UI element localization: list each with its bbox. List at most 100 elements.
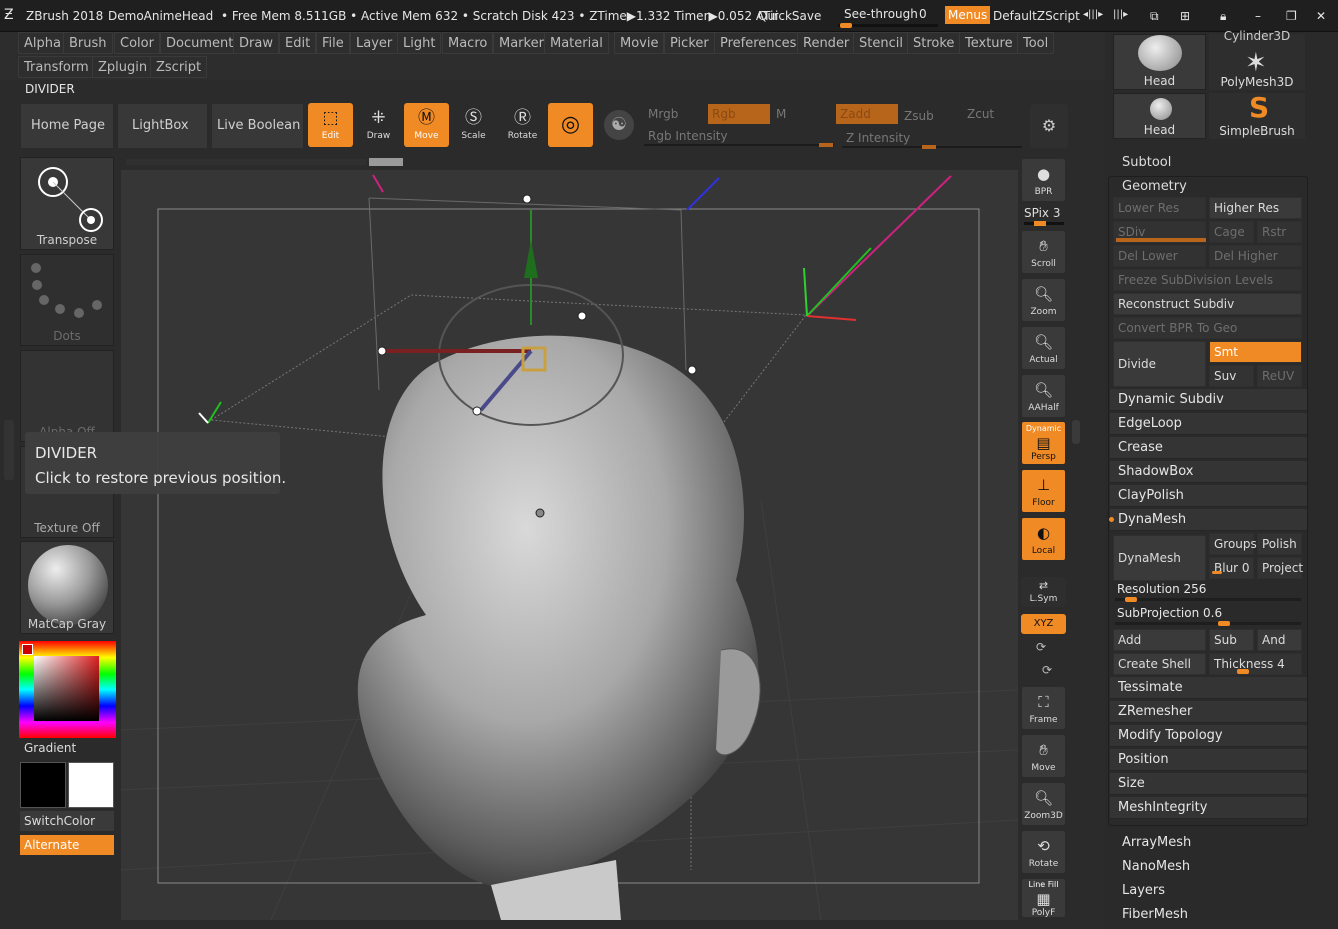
see-through-value[interactable]: 0 xyxy=(919,7,927,21)
palette-tessimate[interactable]: Tessimate xyxy=(1110,677,1307,699)
subprojection-slider-label[interactable]: SubProjection 0.6 xyxy=(1117,606,1222,620)
palette-fibermesh[interactable]: FiberMesh xyxy=(1114,904,1311,926)
dots-stroke-button[interactable]: Dots xyxy=(20,254,114,346)
layout-icon[interactable]: ⧉ xyxy=(1150,9,1159,24)
menu-stroke[interactable]: Stroke xyxy=(907,32,961,54)
gradient-label[interactable]: Gradient xyxy=(24,741,76,755)
palette-zremesher[interactable]: ZRemesher xyxy=(1110,701,1307,723)
subprojection-knob[interactable] xyxy=(1218,621,1230,626)
home-page-button[interactable]: Home Page xyxy=(20,103,114,149)
rotate-view-button[interactable]: ⟲ Rotate xyxy=(1021,830,1066,874)
groups-toggle[interactable]: Groups xyxy=(1209,533,1257,555)
switch-color-button[interactable]: SwitchColor xyxy=(20,811,114,831)
edit-button[interactable]: ⬚ Edit xyxy=(308,103,353,147)
subprojection-slider[interactable] xyxy=(1115,622,1301,625)
coordinate-settings-icon[interactable]: ⚙ xyxy=(1030,104,1068,148)
smt-toggle[interactable]: Smt xyxy=(1209,341,1302,363)
menu-layer[interactable]: Layer xyxy=(350,32,399,54)
spix-label[interactable]: SPix 3 xyxy=(1024,206,1060,220)
canvas-viewport[interactable] xyxy=(121,170,1018,920)
persp-button[interactable]: Dynamic ▤ Persp xyxy=(1021,421,1066,465)
rgb-intensity-knob[interactable] xyxy=(819,143,833,147)
and-button[interactable]: And xyxy=(1257,629,1302,651)
maximize-icon[interactable]: ❐ xyxy=(1286,9,1297,23)
yin-yang-icon[interactable]: ☯ xyxy=(604,110,634,140)
menu-document[interactable]: Document xyxy=(160,32,240,54)
menu-macro[interactable]: Macro xyxy=(442,32,494,54)
project-toggle[interactable]: Project xyxy=(1257,557,1303,579)
zoom-button[interactable]: 🔍︎ Zoom xyxy=(1021,278,1066,322)
menu-transform[interactable]: Transform xyxy=(18,56,95,78)
draw-button[interactable]: ⁜ Draw xyxy=(356,103,401,147)
document-scrollbar[interactable] xyxy=(126,159,366,165)
menu-stencil[interactable]: Stencil xyxy=(853,32,909,54)
rotate-z-icon[interactable]: ⟳ xyxy=(1042,663,1052,677)
geometry-header[interactable]: Geometry xyxy=(1122,179,1187,194)
see-through-slider[interactable] xyxy=(838,23,938,28)
xyz-button[interactable]: XYZ xyxy=(1021,614,1066,634)
menu-preferences[interactable]: Preferences xyxy=(714,32,803,54)
thickness-slider[interactable]: Thickness 4 xyxy=(1209,653,1302,675)
palette-dynamesh[interactable]: DynaMesh xyxy=(1110,509,1307,531)
reuv-button[interactable]: ReUV xyxy=(1257,365,1302,387)
color-picker[interactable] xyxy=(19,641,116,738)
palette-edgeloop[interactable]: EdgeLoop xyxy=(1110,413,1307,435)
aahalf-button[interactable]: 🔍︎ AAHalf xyxy=(1021,374,1066,418)
z-intensity-knob[interactable] xyxy=(922,145,936,149)
menu-texture[interactable]: Texture xyxy=(959,32,1019,54)
menu-material[interactable]: Material xyxy=(544,32,609,54)
mrgb-button[interactable]: Mrgb xyxy=(644,104,704,124)
rotate-y-icon[interactable]: ⟳ xyxy=(1036,640,1046,654)
left-tray-handle[interactable] xyxy=(4,420,14,480)
thickness-knob[interactable] xyxy=(1237,669,1249,674)
menu-picker[interactable]: Picker xyxy=(664,32,715,54)
default-zscript-button[interactable]: DefaultZScript xyxy=(993,9,1080,23)
palette-layers[interactable]: Layers xyxy=(1114,880,1311,902)
reconstruct-subdiv-button[interactable]: Reconstruct Subdiv xyxy=(1113,293,1302,315)
subtool-thumb-head-1[interactable]: Head xyxy=(1113,34,1206,90)
right-shelf-collapse-handle[interactable] xyxy=(1072,420,1080,444)
palette-dynamic-subdiv[interactable]: Dynamic Subdiv xyxy=(1110,389,1307,411)
resolution-slider-label[interactable]: Resolution 256 xyxy=(1117,582,1206,596)
zoom3d-button[interactable]: 🔍︎ Zoom3D xyxy=(1021,782,1066,826)
menu-zplugin[interactable]: Zplugin xyxy=(92,56,154,78)
ui-layout-icon[interactable]: ⊞ xyxy=(1180,9,1190,23)
palette-nanomesh[interactable]: NanoMesh xyxy=(1114,856,1311,878)
quicksave-button[interactable]: QuickSave xyxy=(758,9,821,23)
lower-res-button[interactable]: Lower Res xyxy=(1113,197,1206,219)
zcut-button[interactable]: Zcut xyxy=(963,104,1023,124)
subtool-header[interactable]: Subtool xyxy=(1122,155,1171,170)
menu-marker[interactable]: Marker xyxy=(493,32,550,54)
menu-zscript[interactable]: Zscript xyxy=(150,56,208,78)
move-button[interactable]: Ⓜ Move xyxy=(404,103,449,147)
material-button[interactable]: MatCap Gray xyxy=(20,541,114,634)
actual-button[interactable]: 🔍︎ Actual xyxy=(1021,326,1066,370)
palette-claypolish[interactable]: ClayPolish xyxy=(1110,485,1307,507)
polish-toggle[interactable]: Polish xyxy=(1257,533,1302,555)
rstr-button[interactable]: Rstr xyxy=(1257,221,1302,243)
move-view-button[interactable]: ✋︎ Move xyxy=(1021,734,1066,778)
rgb-button[interactable]: Rgb xyxy=(708,104,770,124)
bpr-button[interactable]: ● BPR xyxy=(1021,158,1066,202)
menu-edit[interactable]: Edit xyxy=(279,32,317,54)
palette-shadowbox[interactable]: ShadowBox xyxy=(1110,461,1307,483)
suv-toggle[interactable]: Suv xyxy=(1209,365,1254,387)
dynamesh-button[interactable]: DynaMesh xyxy=(1113,535,1206,581)
del-higher-button[interactable]: Del Higher xyxy=(1209,245,1302,267)
sub-button[interactable]: Sub xyxy=(1209,629,1254,651)
live-boolean-button[interactable]: Live Boolean xyxy=(211,103,304,149)
tool-thumb-polymesh[interactable]: Cylinder3D ✶ PolyMesh3D xyxy=(1209,29,1305,90)
alternate-button[interactable]: Alternate xyxy=(20,835,114,855)
main-color-swatch[interactable] xyxy=(22,644,33,655)
menu-draw[interactable]: Draw xyxy=(233,32,279,54)
tool-thumb-simplebrush[interactable]: S SimpleBrush xyxy=(1209,91,1305,139)
resolution-slider[interactable] xyxy=(1115,598,1301,601)
transpose-button[interactable]: Transpose xyxy=(20,157,114,250)
spix-knob[interactable] xyxy=(1034,221,1046,226)
freeze-subdivision-button[interactable]: Freeze SubDivision Levels xyxy=(1113,269,1302,291)
gizmo-button[interactable]: ◎ xyxy=(548,103,593,147)
zadd-button[interactable]: Zadd xyxy=(836,104,898,124)
color-picker-square[interactable] xyxy=(34,656,99,721)
higher-res-button[interactable]: Higher Res xyxy=(1209,197,1302,219)
main-color-black[interactable] xyxy=(20,762,66,808)
